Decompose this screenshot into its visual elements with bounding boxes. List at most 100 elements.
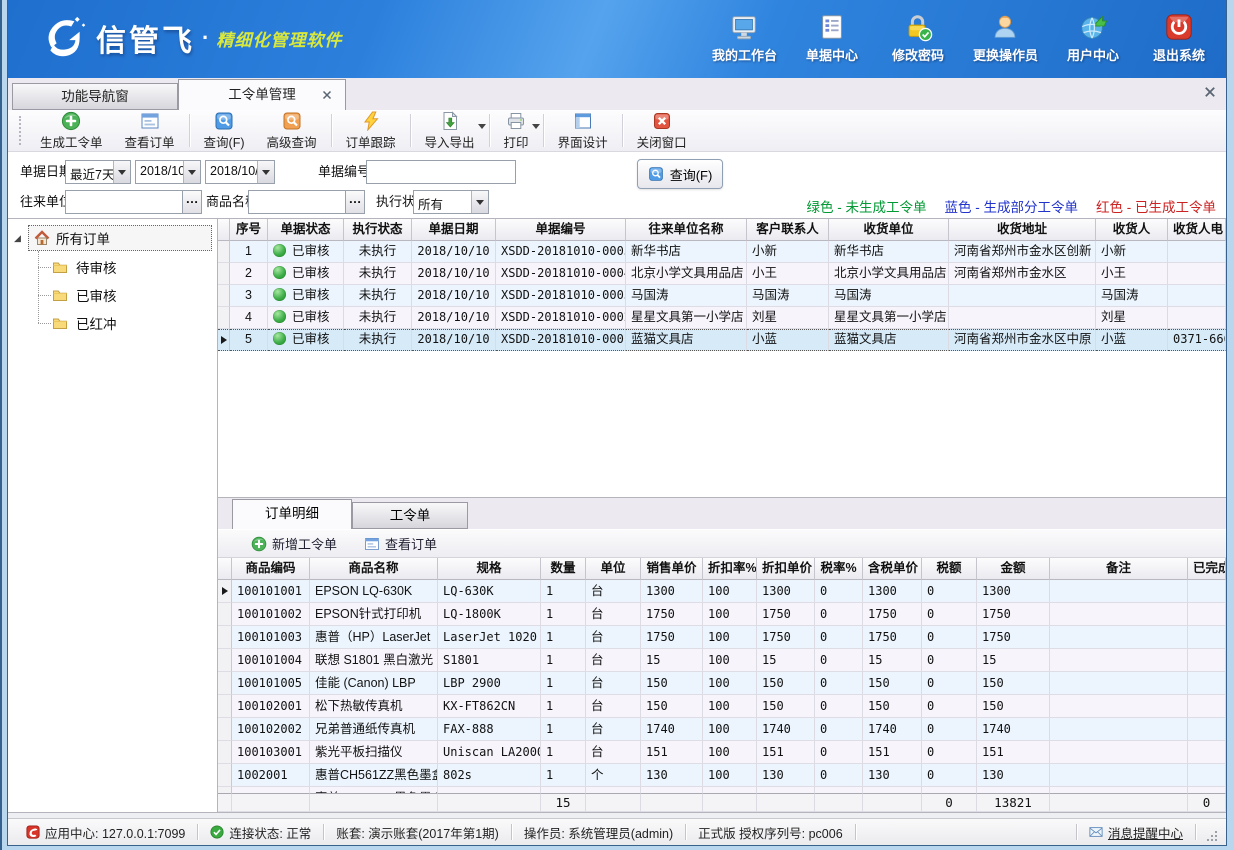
orders-row[interactable]: 1已审核未执行2018/10/10XSDD-20181010-0005新华书店小… xyxy=(218,241,1226,263)
items-cell: 802s xyxy=(438,764,541,787)
items-cell: 150 xyxy=(641,672,703,695)
orders-column-header[interactable]: 序号 xyxy=(230,219,268,241)
toolbar-button-create-workorder[interactable]: 生成工令单 xyxy=(29,110,114,151)
items-row[interactable]: 100101001EPSON LQ-630KLQ-630K1台130010013… xyxy=(218,580,1226,603)
toolbar-button-import-export[interactable]: 导入导出 xyxy=(414,110,486,151)
toolbar-drag-handle[interactable] xyxy=(19,116,24,145)
items-column-header[interactable]: 含税单价 xyxy=(863,558,922,580)
date-from-select[interactable]: 2018/10/3 xyxy=(135,160,201,184)
chevron-down-icon[interactable] xyxy=(257,161,274,183)
items-column-header[interactable]: 单位 xyxy=(586,558,641,580)
items-column-header[interactable]: 商品名称 xyxy=(310,558,438,580)
orders-row[interactable]: 4已审核未执行2018/10/10XSDD-20181010-0002星星文具第… xyxy=(218,307,1226,329)
orders-row[interactable]: 2已审核未执行2018/10/10XSDD-20181010-0004北京小学文… xyxy=(218,263,1226,285)
tree-item[interactable]: 待审核 xyxy=(52,253,217,281)
toolbar-separator xyxy=(331,114,332,147)
tabstrip-close-icon[interactable] xyxy=(1204,86,1216,98)
tab-workorder-management[interactable]: 工令单管理 xyxy=(178,79,346,110)
chevron-down-icon[interactable] xyxy=(471,191,488,213)
detail-toolbar-button-view-order-detail[interactable]: 查看订单 xyxy=(354,534,447,553)
tab-order-detail[interactable]: 订单明细 xyxy=(232,499,352,529)
items-row-gutter xyxy=(218,580,232,603)
tree-item-all-orders[interactable]: ◢所有订单 xyxy=(8,226,217,250)
items-row[interactable]: 100101004联想 S1801 黑白激光S18011台15100150150… xyxy=(218,649,1226,672)
items-row[interactable]: 1002001惠普CH561ZZ黑色墨盒802s1个13010013001300… xyxy=(218,764,1226,787)
orders-cell: 河南省郑州市金水区 xyxy=(949,263,1096,285)
orders-cell: 未执行 xyxy=(344,241,412,263)
toolbar-button-query[interactable]: 查询(F) xyxy=(193,110,256,151)
header-action-user-center[interactable]: 用户中心 xyxy=(1062,12,1124,64)
orders-column-header[interactable]: 客户联系人 xyxy=(747,219,829,241)
orders-cell: 河南省郑州市金水区创新 xyxy=(949,241,1096,263)
orders-column-header[interactable]: 单据日期 xyxy=(412,219,496,241)
items-row[interactable]: 100101003惠普（HP）LaserJetLaserJet 10201台17… xyxy=(218,626,1226,649)
items-column-header[interactable]: 备注 xyxy=(1050,558,1188,580)
header-action-my-workbench[interactable]: 我的工作台 xyxy=(712,12,777,64)
toolbar-button-advanced-query[interactable]: 高级查询 xyxy=(256,110,328,151)
tree-expander-icon[interactable]: ◢ xyxy=(14,233,26,244)
header-action-document-center[interactable]: 单据中心 xyxy=(801,12,863,64)
items-column-header[interactable]: 销售单价 xyxy=(641,558,703,580)
detail-toolbar-button-add-workorder[interactable]: 新增工令单 xyxy=(241,534,347,553)
items-row[interactable]: 100101002EPSON针式打印机LQ-1800K1台17501001750… xyxy=(218,603,1226,626)
tree-item[interactable]: 已审核 xyxy=(52,281,217,309)
toolbar-button-close-window[interactable]: 关闭窗口 xyxy=(626,110,698,151)
exec-status-select[interactable]: 所有 xyxy=(413,190,489,214)
orders-column-header[interactable]: 收货人电 xyxy=(1168,219,1226,241)
header-action-change-password[interactable]: 修改密码 xyxy=(887,12,949,64)
chevron-down-icon[interactable] xyxy=(113,161,130,183)
chevron-down-icon[interactable] xyxy=(532,124,540,129)
items-row[interactable]: 100103001紫光平板扫描仪Uniscan LA20001台15110015… xyxy=(218,741,1226,764)
items-row[interactable]: 100102001松下热敏传真机KX-FT862CN1台150100150015… xyxy=(218,695,1226,718)
query-button[interactable]: 查询(F) xyxy=(637,159,723,189)
items-row[interactable]: 100102002兄弟普通纸传真机FAX-8881台17401001740017… xyxy=(218,718,1226,741)
orders-cell: XSDD-20181010-0003 xyxy=(496,285,626,307)
toolbar-button-view-order[interactable]: 查看订单 xyxy=(114,110,186,151)
header-action-switch-operator[interactable]: 更换操作员 xyxy=(973,12,1038,64)
app-center-icon xyxy=(26,825,40,839)
partner-input[interactable] xyxy=(65,190,183,214)
items-row[interactable]: 100101005佳能 (Canon) LBPLBP 29001台1501001… xyxy=(218,672,1226,695)
items-column-header[interactable]: 税率% xyxy=(815,558,863,580)
product-browse-button[interactable]: … xyxy=(345,190,365,214)
chevron-down-icon[interactable] xyxy=(183,161,200,183)
statusbar-message-center[interactable]: 消息提醒中心 xyxy=(1077,823,1195,842)
orders-row[interactable]: 5已审核未执行2018/10/10XSDD-20181010-0001蓝猫文具店… xyxy=(218,329,1226,351)
message-center-link[interactable]: 消息提醒中心 xyxy=(1108,823,1183,842)
orders-column-header[interactable]: 单据状态 xyxy=(268,219,344,241)
date-to-select[interactable]: 2018/10/10 xyxy=(205,160,275,184)
items-column-header[interactable]: 规格 xyxy=(438,558,541,580)
orders-column-header[interactable]: 执行状态 xyxy=(344,219,412,241)
product-input[interactable] xyxy=(248,190,346,214)
orders-column-header[interactable]: 收货单位 xyxy=(829,219,949,241)
items-column-header[interactable]: 金额 xyxy=(977,558,1050,580)
tree-root-box[interactable]: 所有订单 xyxy=(28,225,212,251)
items-column-header[interactable]: 数量 xyxy=(541,558,586,580)
items-column-header[interactable]: 税额 xyxy=(922,558,977,580)
items-column-header[interactable]: 折扣率% xyxy=(703,558,757,580)
chevron-down-icon[interactable] xyxy=(478,124,486,129)
tab-nav-window[interactable]: 功能导航窗 xyxy=(12,83,178,110)
toolbar-button-print[interactable]: 打印 xyxy=(493,110,540,151)
toolbar-button-order-tracking[interactable]: 订单跟踪 xyxy=(335,110,407,151)
view-order-icon xyxy=(140,111,160,131)
orders-column-header[interactable]: 收货地址 xyxy=(949,219,1096,241)
orders-row[interactable]: 3已审核未执行2018/10/10XSDD-20181010-0003马国涛马国… xyxy=(218,285,1226,307)
items-summary-cell xyxy=(641,793,703,812)
tree-item[interactable]: 已红冲 xyxy=(52,309,217,337)
orders-column-header[interactable]: 单据编号 xyxy=(496,219,626,241)
tab-workorder[interactable]: 工令单 xyxy=(352,502,468,529)
items-column-header[interactable]: 已完成 xyxy=(1188,558,1226,580)
items-cell xyxy=(1188,580,1226,603)
items-column-header[interactable]: 折扣单价 xyxy=(757,558,815,580)
order-code-input[interactable] xyxy=(366,160,516,184)
header-action-exit-system[interactable]: 退出系统 xyxy=(1148,12,1210,64)
toolbar-button-ui-design[interactable]: 界面设计 xyxy=(547,110,619,151)
orders-column-header[interactable]: 收货人 xyxy=(1096,219,1168,241)
date-range-select[interactable]: 最近7天 xyxy=(65,160,131,184)
tab-close-icon[interactable] xyxy=(322,90,332,100)
items-cell: 1750 xyxy=(863,626,922,649)
partner-browse-button[interactable]: … xyxy=(182,190,202,214)
items-column-header[interactable]: 商品编码 xyxy=(232,558,310,580)
orders-column-header[interactable]: 往来单位名称 xyxy=(626,219,747,241)
